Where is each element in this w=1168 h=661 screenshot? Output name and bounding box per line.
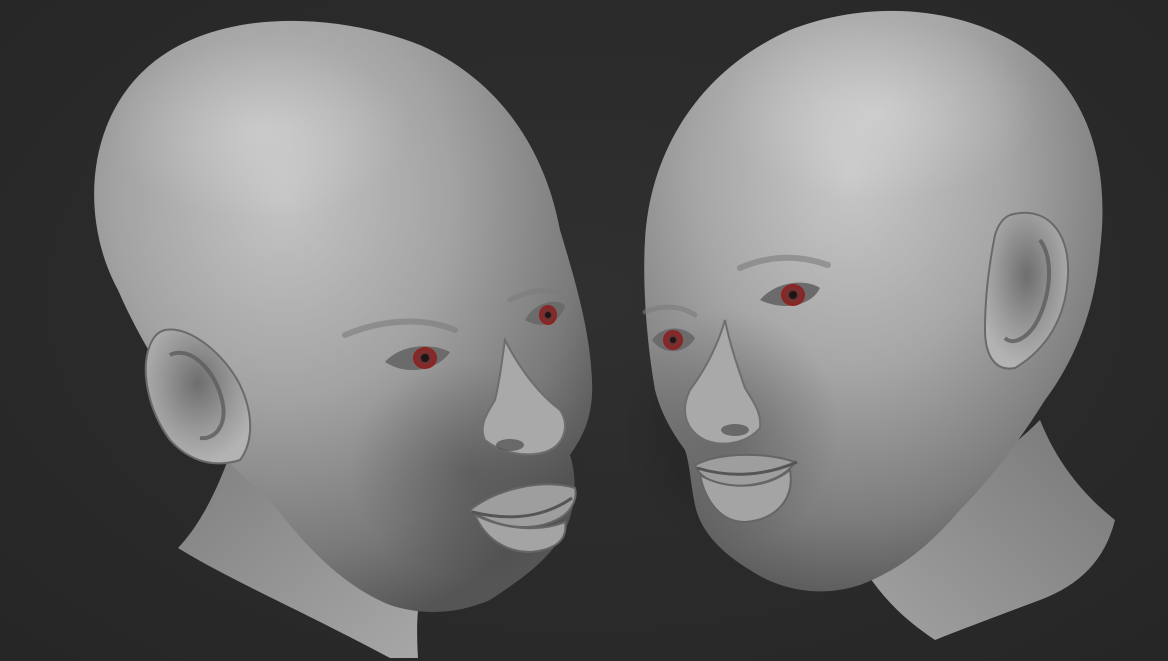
sculpt-render: [94, 10, 1115, 658]
cheek-shadow-left: [350, 360, 590, 580]
sculpt-viewport: [0, 0, 1168, 661]
sculpt-head-right: [620, 10, 1115, 640]
sculpt-head-left: [94, 20, 593, 658]
skull-highlight-left: [110, 40, 410, 220]
skull-highlight-right: [720, 20, 1040, 200]
